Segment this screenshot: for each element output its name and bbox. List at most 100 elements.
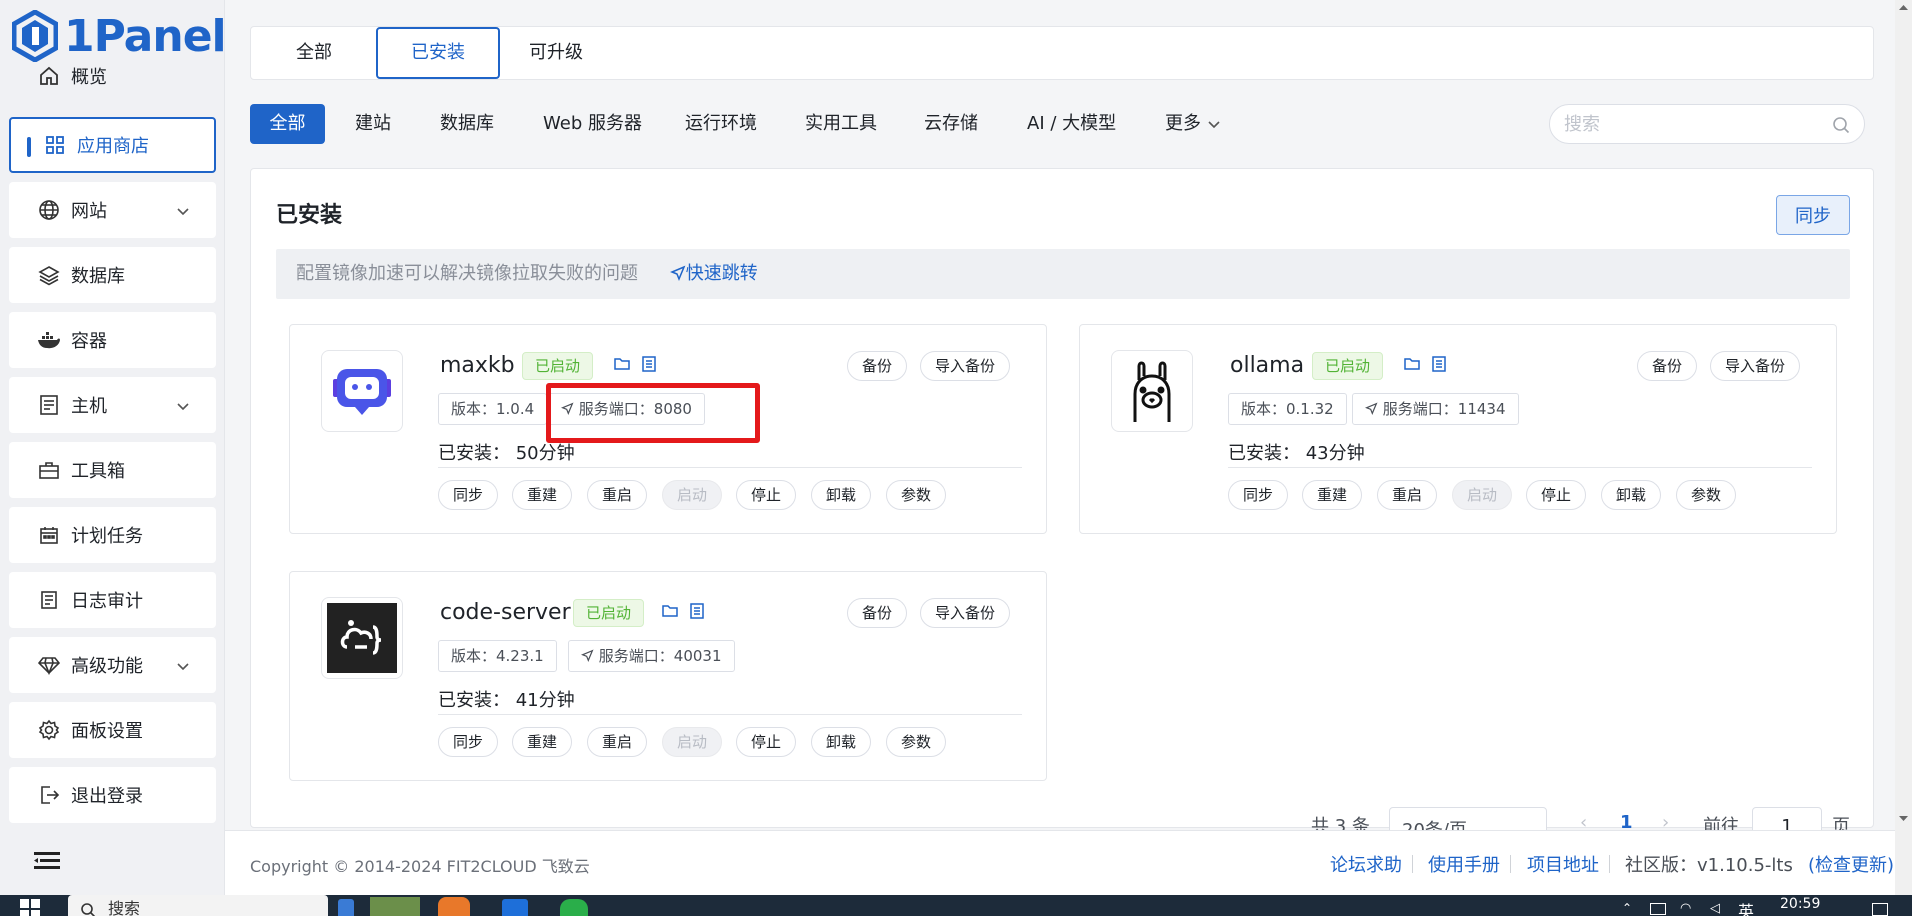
sidebar-item-advanced[interactable]: 高级功能 bbox=[9, 637, 216, 693]
start-button[interactable]: 启动 bbox=[1452, 480, 1513, 510]
port-tag[interactable]: 服务端口：40031 bbox=[568, 640, 735, 672]
category-all[interactable]: 全部 bbox=[250, 104, 325, 144]
stop-button[interactable]: 停止 bbox=[736, 480, 797, 510]
tray-battery-icon[interactable] bbox=[1650, 903, 1666, 915]
params-button[interactable]: 参数 bbox=[886, 727, 947, 757]
category-more[interactable]: 更多 bbox=[1165, 104, 1221, 144]
sidebar-item-settings[interactable]: 面板设置 bbox=[9, 702, 216, 758]
taskbar-vscode-icon[interactable] bbox=[502, 899, 528, 916]
sync-button[interactable]: 同步 bbox=[1776, 195, 1850, 235]
tray-clock[interactable]: 20:59 bbox=[1780, 897, 1820, 911]
scroll-down-icon[interactable] bbox=[1895, 812, 1912, 826]
gear-icon bbox=[37, 718, 61, 742]
app-card-ollama: ollama 已启动 备份 导入备份 版本：0.1.32 服务端口：11434 … bbox=[1079, 324, 1837, 534]
menu-collapse-icon[interactable] bbox=[34, 850, 60, 872]
category-database[interactable]: 数据库 bbox=[440, 104, 494, 144]
ollama-logo bbox=[1111, 350, 1193, 432]
folder-icon[interactable] bbox=[662, 603, 678, 623]
tab-all[interactable]: 全部 bbox=[271, 27, 357, 79]
tab-upgradable[interactable]: 可升级 bbox=[513, 27, 599, 79]
start-button[interactable]: 启动 bbox=[662, 480, 723, 510]
backup-button[interactable]: 备份 bbox=[847, 351, 908, 381]
quick-jump-link[interactable]: 快速跳转 bbox=[669, 263, 758, 284]
restart-button[interactable]: 重启 bbox=[1377, 480, 1438, 510]
params-button[interactable]: 参数 bbox=[1676, 480, 1737, 510]
sidebar-item-log-audit[interactable]: 日志审计 bbox=[9, 572, 216, 628]
taskbar-firefox-icon[interactable] bbox=[438, 897, 470, 916]
sidebar-item-label: 容器 bbox=[71, 331, 107, 352]
vertical-scrollbar[interactable] bbox=[1895, 0, 1912, 895]
tray-volume-icon[interactable]: ◁ bbox=[1710, 901, 1720, 916]
sidebar-item-toolbox[interactable]: 工具箱 bbox=[9, 442, 216, 498]
search-input[interactable] bbox=[1564, 105, 1814, 143]
active-indicator bbox=[27, 137, 31, 157]
maxkb-logo bbox=[321, 350, 403, 432]
footer: Copyright © 2014-2024 FIT2CLOUD 飞致云 论坛求助… bbox=[225, 830, 1895, 895]
start-button[interactable]: 启动 bbox=[662, 727, 723, 757]
category-web-server[interactable]: Web 服务器 bbox=[543, 104, 642, 144]
rebuild-button[interactable]: 重建 bbox=[512, 480, 573, 510]
sync-app-button[interactable]: 同步 bbox=[438, 727, 499, 757]
sidebar-item-container[interactable]: 容器 bbox=[9, 312, 216, 368]
uninstall-button[interactable]: 卸载 bbox=[1601, 480, 1662, 510]
sidebar-item-website[interactable]: 网站 bbox=[9, 182, 216, 238]
windows-start-icon[interactable] bbox=[20, 899, 40, 916]
document-icon[interactable] bbox=[1432, 356, 1446, 376]
uninstall-button[interactable]: 卸载 bbox=[811, 727, 872, 757]
sidebar-item-overview[interactable]: 概览 bbox=[9, 54, 216, 98]
category-more-label: 更多 bbox=[1165, 113, 1201, 134]
check-update-link[interactable]: (检查更新) bbox=[1808, 851, 1894, 877]
sidebar-item-logout[interactable]: 退出登录 bbox=[9, 767, 216, 823]
sidebar-item-host[interactable]: 主机 bbox=[9, 377, 216, 433]
uninstall-button[interactable]: 卸载 bbox=[811, 480, 872, 510]
port-tag[interactable]: 服务端口：11434 bbox=[1352, 393, 1519, 425]
import-backup-button[interactable]: 导入备份 bbox=[920, 351, 1011, 381]
scroll-up-icon[interactable] bbox=[1895, 0, 1912, 14]
backup-button[interactable]: 备份 bbox=[1637, 351, 1698, 381]
category-cloud-storage[interactable]: 云存储 bbox=[924, 104, 978, 144]
tray-wifi-icon[interactable]: ◠ bbox=[1680, 901, 1691, 916]
category-ai[interactable]: AI / 大模型 bbox=[1027, 104, 1116, 144]
taskbar-app-icon[interactable] bbox=[338, 899, 354, 916]
taskbar-library-icon[interactable] bbox=[370, 897, 420, 916]
notification-icon[interactable] bbox=[1872, 903, 1888, 916]
category-tools[interactable]: 实用工具 bbox=[805, 104, 877, 144]
navigation-icon bbox=[669, 265, 686, 281]
restart-button[interactable]: 重启 bbox=[587, 727, 648, 757]
search-icon[interactable] bbox=[1832, 116, 1850, 138]
installed-time: 已安装： 41分钟 bbox=[438, 690, 575, 711]
import-backup-button[interactable]: 导入备份 bbox=[920, 598, 1011, 628]
divider bbox=[438, 467, 1022, 468]
stop-button[interactable]: 停止 bbox=[1526, 480, 1587, 510]
tray-ime-indicator[interactable]: 英 bbox=[1738, 898, 1754, 916]
manual-link[interactable]: 使用手册 bbox=[1428, 851, 1500, 877]
taskbar-search[interactable]: 搜索 bbox=[68, 895, 328, 916]
folder-icon[interactable] bbox=[614, 356, 630, 376]
sync-app-button[interactable]: 同步 bbox=[1228, 480, 1289, 510]
sidebar-item-label: 面板设置 bbox=[71, 721, 143, 742]
sync-app-button[interactable]: 同步 bbox=[438, 480, 499, 510]
category-runtime[interactable]: 运行环境 bbox=[685, 104, 757, 144]
document-icon[interactable] bbox=[642, 356, 656, 376]
taskbar-wechat-icon[interactable] bbox=[560, 899, 588, 916]
document-icon[interactable] bbox=[690, 603, 704, 623]
top-tabs: 全部 已安装 可升级 bbox=[250, 26, 1874, 80]
tab-installed[interactable]: 已安装 bbox=[376, 27, 500, 79]
sidebar-item-label: 概览 bbox=[71, 67, 107, 88]
tray-chevron-up-icon[interactable]: ⌃ bbox=[1622, 901, 1632, 915]
stop-button[interactable]: 停止 bbox=[736, 727, 797, 757]
restart-button[interactable]: 重启 bbox=[587, 480, 648, 510]
backup-button[interactable]: 备份 bbox=[847, 598, 908, 628]
sidebar-item-app-store[interactable]: 应用商店 bbox=[9, 117, 216, 173]
sidebar-item-database[interactable]: 数据库 bbox=[9, 247, 216, 303]
folder-icon[interactable] bbox=[1404, 356, 1420, 376]
category-website[interactable]: 建站 bbox=[355, 104, 391, 144]
project-link[interactable]: 项目地址 bbox=[1527, 851, 1599, 877]
rebuild-button[interactable]: 重建 bbox=[1302, 480, 1363, 510]
import-backup-button[interactable]: 导入备份 bbox=[1710, 351, 1801, 381]
rebuild-button[interactable]: 重建 bbox=[512, 727, 573, 757]
params-button[interactable]: 参数 bbox=[886, 480, 947, 510]
sidebar-item-cron[interactable]: 计划任务 bbox=[9, 507, 216, 563]
version-tag: 版本：1.0.4 bbox=[438, 393, 548, 425]
forum-link[interactable]: 论坛求助 bbox=[1330, 851, 1402, 877]
